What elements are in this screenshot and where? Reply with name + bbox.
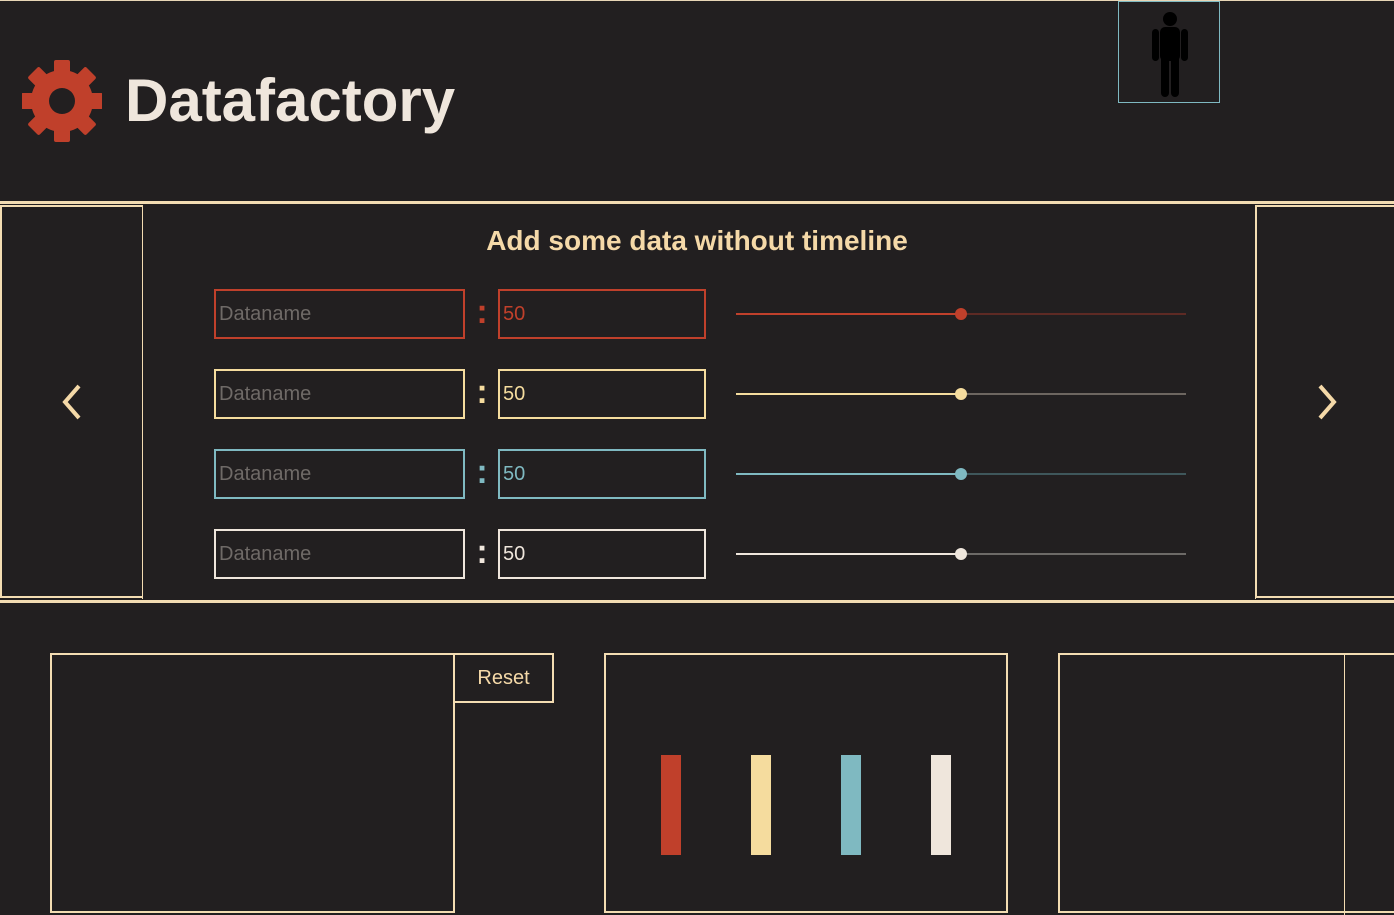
- person-icon: [1152, 12, 1188, 97]
- separator-colon: :: [476, 453, 488, 491]
- bar-chart-panel: [604, 653, 1008, 913]
- data-row: :: [214, 529, 1194, 579]
- data-row: :: [214, 369, 1194, 419]
- slider-fill: [736, 393, 961, 395]
- dataname-input[interactable]: [214, 369, 465, 419]
- value-input[interactable]: [498, 369, 706, 419]
- reset-button[interactable]: Reset: [453, 653, 554, 703]
- chevron-right-icon: [1317, 384, 1337, 419]
- slider-thumb[interactable]: [955, 308, 967, 320]
- panel-divider: [1344, 655, 1345, 915]
- chart-bar: [841, 755, 861, 855]
- separator-colon: :: [476, 533, 488, 571]
- separator-colon: :: [476, 293, 488, 331]
- chart-bar: [661, 755, 681, 855]
- value-input[interactable]: [498, 529, 706, 579]
- slider-thumb[interactable]: [955, 388, 967, 400]
- user-button[interactable]: [1118, 1, 1220, 103]
- slider-fill: [736, 313, 961, 315]
- dataname-input[interactable]: [214, 529, 465, 579]
- slider-thumb[interactable]: [955, 468, 967, 480]
- slider-thumb[interactable]: [955, 548, 967, 560]
- separator-colon: :: [476, 373, 488, 411]
- section-title: Add some data without timeline: [486, 225, 908, 256]
- chevron-left-icon: [61, 384, 81, 419]
- slider-fill: [736, 553, 961, 555]
- data-row: :: [214, 289, 1194, 339]
- app-title: Datafactory: [125, 67, 456, 134]
- chart-panel-1: [50, 653, 455, 913]
- carousel-prev-button[interactable]: [0, 205, 143, 598]
- dataname-input[interactable]: [214, 289, 465, 339]
- gear-icon: [22, 60, 102, 142]
- chart-bar: [751, 755, 771, 855]
- dataname-input[interactable]: [214, 449, 465, 499]
- value-input[interactable]: [498, 449, 706, 499]
- data-row: :: [214, 449, 1194, 499]
- slider-fill: [736, 473, 961, 475]
- value-input[interactable]: [498, 289, 706, 339]
- chart-bar: [931, 755, 951, 855]
- carousel-next-button[interactable]: [1255, 205, 1394, 598]
